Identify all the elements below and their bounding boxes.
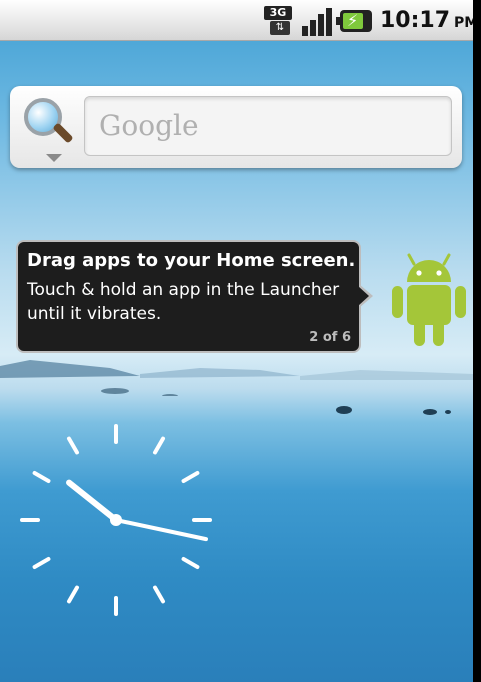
horizon-landscape (0, 360, 473, 396)
search-input[interactable]: Google (84, 96, 452, 156)
clock-hour-hand (66, 479, 119, 523)
clock-tick (32, 471, 51, 483)
status-time: 10:17 (380, 8, 451, 33)
network-type-label: 3G (264, 6, 292, 20)
3g-icon: 3G ⇅ (262, 6, 296, 36)
clock-tick (67, 585, 79, 604)
battery-charging-icon: ⚡ (336, 10, 372, 32)
clock-center (110, 514, 122, 526)
status-ampm: PM (454, 15, 473, 31)
analog-clock-widget[interactable] (18, 422, 214, 618)
search-engine-selector[interactable] (22, 96, 80, 162)
clock-tick (153, 585, 165, 604)
clock-tick (153, 436, 165, 455)
status-clock: 10:17 PM (380, 6, 473, 36)
search-placeholder: Google (99, 109, 199, 142)
clock-tick (32, 557, 51, 569)
tip-body: Touch & hold an app in the Launcher unti… (27, 280, 340, 324)
clock-minute-hand (114, 518, 208, 542)
clock-tick (181, 557, 200, 569)
chevron-down-icon (46, 154, 62, 162)
status-bar: 3G ⇅ ⚡ 10:17 PM (0, 0, 473, 41)
android-robot-icon[interactable] (388, 250, 470, 350)
google-search-widget: Google (10, 86, 462, 168)
tip-title: Drag apps to your Home screen. (27, 250, 356, 271)
home-screen: 3G ⇅ ⚡ 10:17 PM Google Drag apps to your… (0, 0, 473, 682)
data-activity-icon: ⇅ (270, 21, 290, 35)
signal-strength-icon (300, 6, 334, 36)
tip-bubble[interactable]: Drag apps to your Home screen. Touch & h… (16, 240, 373, 353)
rocks (336, 406, 451, 415)
tip-counter: 2 of 6 (309, 330, 351, 345)
clock-tick (181, 471, 200, 483)
clock-tick (67, 436, 79, 455)
